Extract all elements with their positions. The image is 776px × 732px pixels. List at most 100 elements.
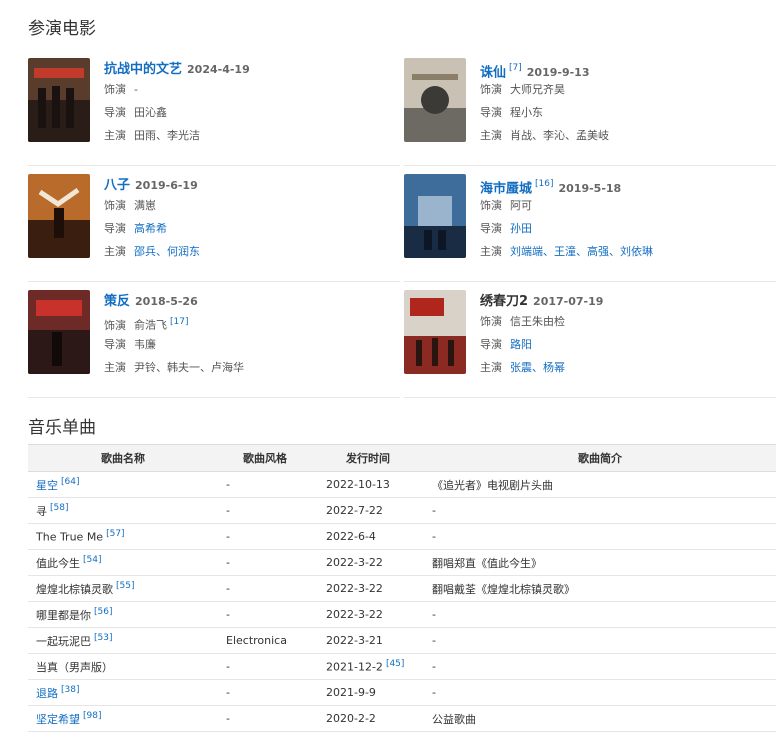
film-cast-link[interactable]: 刘端端、王潼、高强、刘依琳 bbox=[510, 245, 653, 258]
reference-link[interactable]: [45] bbox=[386, 659, 404, 669]
reference-link[interactable]: [54] bbox=[83, 555, 101, 565]
song-name: 寻 bbox=[36, 504, 47, 518]
song-intro-cell: 翻唱戴荃《煌煌北棕镇灵歌》 bbox=[424, 575, 776, 602]
song-name-cell: The True Me [57] bbox=[28, 523, 218, 550]
song-name-cell: 坚定希望 [98] bbox=[28, 705, 218, 732]
table-row: 值此今生 [54] -2022-3-22 翻唱郑直《值此今生》 bbox=[28, 549, 776, 576]
column-header-song-intro: 歌曲简介 bbox=[424, 444, 776, 472]
reference-link[interactable]: [56] bbox=[94, 607, 112, 617]
film-title-link[interactable]: 策反 bbox=[104, 294, 130, 309]
role-label: 饰演 bbox=[104, 83, 126, 96]
song-name-cell: 煌煌北棕镇灵歌 [55] bbox=[28, 575, 218, 602]
film-title-link[interactable]: 八子 bbox=[104, 178, 130, 193]
film-poster[interactable] bbox=[28, 290, 90, 374]
song-intro-cell: 公益歌曲 bbox=[424, 705, 776, 732]
director-label: 导演 bbox=[104, 222, 126, 235]
song-style-cell: - bbox=[218, 471, 312, 498]
release-date: 2022-3-21 bbox=[326, 634, 383, 647]
film-role: 阿可 bbox=[510, 199, 532, 212]
film-poster[interactable] bbox=[404, 290, 466, 374]
release-date-cell: 2022-6-4 bbox=[312, 523, 424, 550]
song-intro-cell: 翻唱郑直《值此今生》 bbox=[424, 549, 776, 576]
song-name-cell: 一起玩泥巴 [53] bbox=[28, 627, 218, 654]
film-card: 抗战中的文艺 2024-4-19 饰演 - 导演 田沁鑫 主演 田雨、李光洁 bbox=[28, 58, 400, 166]
release-date-cell: 2022-3-22 bbox=[312, 549, 424, 576]
table-row: 当真（男声版） -2021-12-2 [45] - bbox=[28, 653, 776, 680]
release-date: 2022-3-22 bbox=[326, 582, 383, 595]
release-date-cell: 2022-3-22 bbox=[312, 601, 424, 628]
release-date: 2020-2-2 bbox=[326, 712, 376, 725]
table-row: 哪里都是你 [56] -2022-3-22- bbox=[28, 601, 776, 628]
release-date: 2022-10-13 bbox=[326, 478, 390, 491]
film-release-date: 2018-5-26 bbox=[135, 295, 198, 308]
release-date: 2022-3-22 bbox=[326, 556, 383, 569]
songs-table: 歌曲名称 歌曲风格 发行时间 歌曲简介 星空 [64] -2022-10-13 《追光… bbox=[28, 444, 776, 732]
film-role: 俞浩飞 bbox=[134, 318, 167, 332]
films-section-title: 参演电影 bbox=[28, 19, 96, 39]
column-header-song-style: 歌曲风格 bbox=[218, 444, 312, 472]
film-cast: 尹铃、韩夫一、卢海华 bbox=[134, 361, 244, 374]
film-director-link[interactable]: 孙田 bbox=[510, 222, 532, 235]
film-card: 绣春刀2 2017-07-19 饰演 信王朱由检 导演 路阳 主演 张震、杨幂 bbox=[404, 290, 776, 398]
film-release-date: 2017-07-19 bbox=[533, 295, 604, 308]
reference-link[interactable]: [16] bbox=[535, 179, 553, 189]
song-name-cell: 退路 [38] bbox=[28, 679, 218, 706]
song-name-link[interactable]: 退路 bbox=[36, 687, 58, 700]
film-poster[interactable] bbox=[28, 58, 90, 142]
cast-label: 主演 bbox=[480, 129, 502, 142]
film-poster[interactable] bbox=[404, 58, 466, 142]
film-director-link[interactable]: 高希希 bbox=[134, 222, 167, 235]
song-name: The True Me bbox=[36, 530, 104, 544]
film-cast: 肖战、李沁、孟美岐 bbox=[510, 129, 609, 142]
song-name-cell: 哪里都是你 [56] bbox=[28, 601, 218, 628]
reference-link[interactable]: [58] bbox=[50, 503, 68, 513]
reference-link[interactable]: [98] bbox=[83, 711, 101, 721]
song-intro-cell: - bbox=[424, 497, 776, 524]
role-label: 饰演 bbox=[104, 318, 126, 332]
film-director-link[interactable]: 路阳 bbox=[510, 338, 532, 351]
director-label: 导演 bbox=[104, 106, 126, 119]
song-name-link[interactable]: 星空 bbox=[36, 479, 58, 492]
film-poster[interactable] bbox=[404, 174, 466, 258]
song-intro-cell: - bbox=[424, 523, 776, 550]
reference-link[interactable]: [38] bbox=[61, 685, 79, 695]
song-name: 一起玩泥巴 bbox=[36, 634, 91, 648]
column-header-song-name: 歌曲名称 bbox=[28, 444, 218, 472]
song-name: 值此今生 bbox=[36, 556, 80, 570]
reference-link[interactable]: [64] bbox=[61, 477, 79, 487]
release-date-cell: 2022-3-22 bbox=[312, 575, 424, 602]
film-cast: 田雨、李光洁 bbox=[134, 129, 200, 142]
table-row: 坚定希望 [98] -2020-2-2 公益歌曲 bbox=[28, 705, 776, 732]
film-cast-link[interactable]: 张震、杨幂 bbox=[510, 361, 565, 374]
song-style-cell: - bbox=[218, 523, 312, 550]
film-poster[interactable] bbox=[28, 174, 90, 258]
film-release-date: 2019-6-19 bbox=[135, 179, 198, 192]
reference-link[interactable]: [53] bbox=[94, 633, 112, 643]
film-card: 海市蜃城 [16] 2019-5-18 饰演 阿可 导演 孙田 主演 刘端端、王潼、高强、… bbox=[404, 174, 776, 282]
song-name: 哪里都是你 bbox=[36, 608, 91, 622]
role-label: 饰演 bbox=[480, 83, 502, 96]
song-name: 当真（男声版） bbox=[36, 660, 113, 674]
film-role: 信王朱由检 bbox=[510, 315, 565, 328]
film-title-link[interactable]: 抗战中的文艺 bbox=[104, 62, 182, 77]
director-label: 导演 bbox=[104, 338, 126, 351]
reference-link[interactable]: [55] bbox=[116, 581, 134, 591]
release-date-cell: 2022-7-22 bbox=[312, 497, 424, 524]
reference-link[interactable]: [57] bbox=[106, 529, 124, 539]
film-cast-link[interactable]: 邵兵、何润东 bbox=[134, 245, 200, 258]
table-row: 一起玩泥巴 [53] Electronica 2022-3-21- bbox=[28, 627, 776, 654]
reference-link[interactable]: [17] bbox=[170, 317, 188, 327]
film-title: 绣春刀2 bbox=[480, 294, 529, 309]
song-style-cell: - bbox=[218, 705, 312, 732]
cast-label: 主演 bbox=[104, 361, 126, 374]
film-director: 程小东 bbox=[510, 106, 543, 119]
song-name-link[interactable]: 坚定希望 bbox=[36, 713, 80, 726]
song-style-cell: - bbox=[218, 601, 312, 628]
reference-link[interactable]: [7] bbox=[509, 63, 522, 73]
release-date-cell: 2021-9-9 bbox=[312, 679, 424, 706]
release-date-cell: 2020-2-2 bbox=[312, 705, 424, 732]
film-release-date: 2019-5-18 bbox=[558, 182, 622, 196]
cast-label: 主演 bbox=[104, 245, 126, 258]
song-intro-cell: - bbox=[424, 627, 776, 654]
release-date-cell: 2022-10-13 bbox=[312, 471, 424, 498]
